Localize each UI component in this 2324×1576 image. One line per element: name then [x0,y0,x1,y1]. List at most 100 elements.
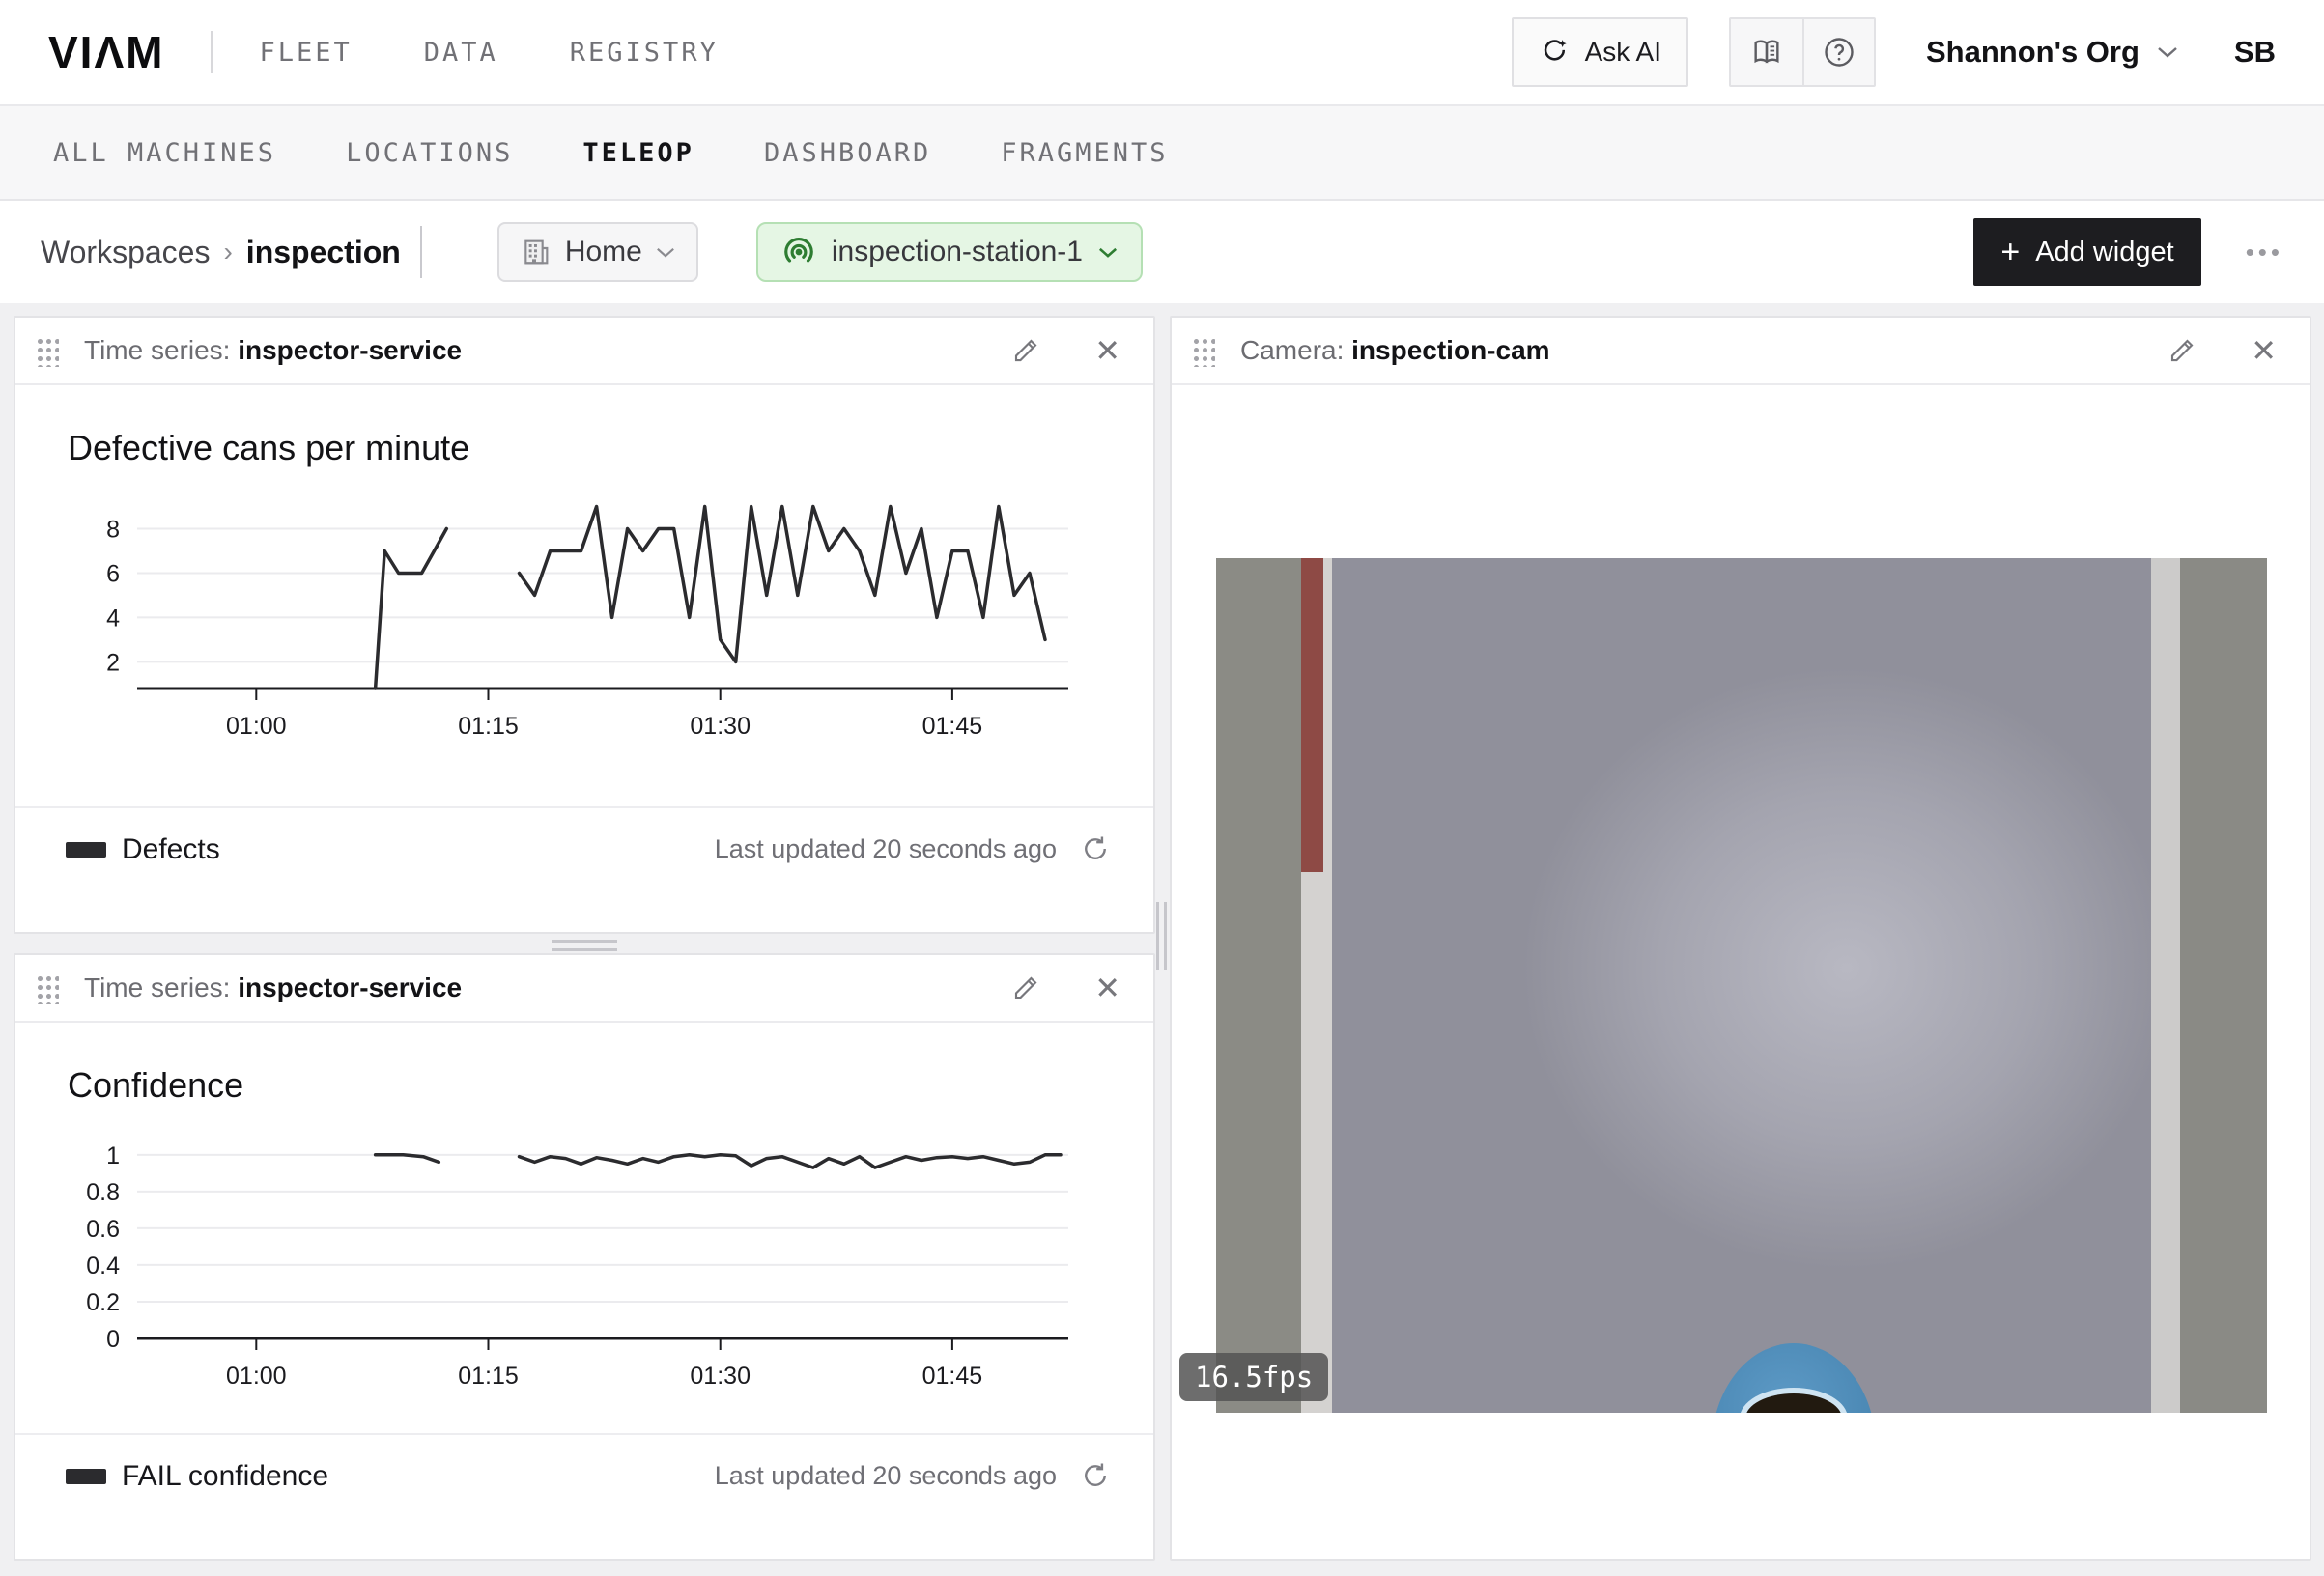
org-name: Shannon's Org [1926,35,2140,70]
user-avatar[interactable]: SB [2234,35,2276,70]
tab-dashboard[interactable]: DASHBOARD [764,138,931,168]
ask-ai-button[interactable]: Ask AI [1512,17,1688,87]
svg-text:6: 6 [106,560,120,587]
feed-right-rail [2151,558,2180,1413]
machine-label: inspection-station-1 [832,236,1083,268]
time-series-widget-confidence: Time series: inspector-service ✕ Confide… [14,953,1155,1561]
widget-header: Camera: inspection-cam ✕ [1172,318,2310,385]
more-menu-button[interactable]: ••• [2246,238,2283,267]
camera-body: 16.5fps [1172,385,2310,1559]
last-updated: Last updated 20 seconds ago [715,833,1111,864]
book-icon [1750,36,1783,69]
camera-video-feed [1216,558,2267,1413]
drag-handle-icon[interactable] [35,972,59,1004]
ask-ai-label: Ask AI [1585,37,1661,68]
legend-swatch [66,1469,106,1484]
nav-item-fleet[interactable]: FLEET [259,38,352,68]
drag-handle-icon[interactable] [35,335,59,367]
fps-badge: 16.5fps [1179,1353,1328,1401]
svg-text:01:00: 01:00 [226,1363,287,1390]
pencil-icon [1011,973,1040,1002]
svg-text:01:30: 01:30 [690,1363,751,1390]
ask-ai-sparkle-icon [1539,36,1572,69]
column-resize-handle[interactable] [1156,902,1167,970]
add-widget-button[interactable]: + Add widget [1973,218,2200,286]
chevron-down-icon [1098,246,1118,259]
svg-text:01:30: 01:30 [690,713,751,740]
close-widget-button[interactable]: ✕ [1094,972,1120,1003]
widget-header: Time series: inspector-service ✕ [15,318,1153,385]
chevron-down-icon [656,246,675,259]
chart-title: Confidence [68,1065,1153,1106]
workspace-toolbar: Workspaces › inspection Home inspection-… [0,201,2324,303]
edit-widget-button[interactable] [1011,336,1040,365]
svg-text:0.2: 0.2 [86,1289,120,1316]
breadcrumb-workspaces[interactable]: Workspaces [41,235,210,270]
row-resize-handle[interactable] [552,940,617,951]
svg-text:8: 8 [106,516,120,543]
org-switcher[interactable]: Shannon's Org [1926,35,2178,70]
teleop-workspace: Time series: inspector-service ✕ Defecti… [0,303,2324,1576]
close-widget-button[interactable]: ✕ [1094,335,1120,366]
last-updated-text: Last updated 20 seconds ago [715,1461,1057,1491]
edit-widget-button[interactable] [2168,336,2196,365]
refresh-icon [1080,1460,1111,1491]
viam-logo[interactable]: VIΛM [48,26,164,78]
widget-title: Time series: inspector-service [84,335,462,366]
widget-header: Time series: inspector-service ✕ [15,955,1153,1023]
feed-left-wall [1216,558,1301,1413]
close-widget-button[interactable]: ✕ [2251,335,2277,366]
widget-footer: FAIL confidence Last updated 20 seconds … [15,1433,1153,1559]
svg-text:0.4: 0.4 [86,1252,120,1280]
legend-label: Defects [122,833,220,866]
add-widget-label: Add widget [2035,237,2174,268]
machine-selector-pill[interactable]: inspection-station-1 [756,222,1143,282]
top-nav: VIΛM FLEET DATA REGISTRY Ask AI [0,0,2324,106]
refresh-button[interactable] [1080,833,1111,864]
confidence-line-chart: 00.20.40.60.8101:0001:1501:3001:45 [41,1133,1080,1394]
location-selector[interactable]: Home [497,222,698,282]
question-icon [1822,35,1856,70]
tab-locations[interactable]: LOCATIONS [346,138,513,168]
chart-legend: Defects [66,833,220,866]
pencil-icon [2168,336,2196,365]
breadcrumb-separator-icon: › [223,237,232,267]
nav-item-registry[interactable]: REGISTRY [570,38,719,68]
primary-nav-links: FLEET DATA REGISTRY [259,38,718,68]
chart-title: Defective cans per minute [68,428,1153,468]
svg-text:4: 4 [106,605,120,632]
drag-handle-icon[interactable] [1191,335,1215,367]
svg-text:01:15: 01:15 [458,713,519,740]
widget-footer: Defects Last updated 20 seconds ago [15,806,1153,932]
svg-text:1: 1 [106,1142,120,1169]
svg-text:0.8: 0.8 [86,1179,120,1206]
breadcrumb-current[interactable]: inspection [246,235,401,270]
help-button-group [1729,17,1876,87]
feed-red-marker [1301,558,1323,872]
svg-text:2: 2 [106,649,120,676]
can-lid [1745,1393,1842,1413]
fleet-sub-nav: ALL MACHINES LOCATIONS TELEOP DASHBOARD … [0,106,2324,201]
chevron-down-icon [2157,45,2178,59]
last-updated-text: Last updated 20 seconds ago [715,834,1057,864]
refresh-button[interactable] [1080,1460,1111,1491]
edit-widget-button[interactable] [1011,973,1040,1002]
blue-can [1712,1343,1876,1413]
legend-label: FAIL confidence [122,1460,328,1493]
svg-text:01:45: 01:45 [922,1363,983,1390]
top-nav-right: Ask AI Shannon's Org SB [1512,17,2276,87]
svg-text:01:15: 01:15 [458,1363,519,1390]
time-series-widget-defects: Time series: inspector-service ✕ Defecti… [14,316,1155,934]
pencil-icon [1011,336,1040,365]
docs-button[interactable] [1731,19,1802,85]
help-button[interactable] [1802,19,1874,85]
legend-swatch [66,842,106,858]
tab-all-machines[interactable]: ALL MACHINES [53,138,276,168]
left-column: Time series: inspector-service ✕ Defecti… [14,316,1155,1561]
divider [211,31,213,73]
toolbar-right: + Add widget ••• [1973,218,2283,286]
tab-teleop[interactable]: TELEOP [582,138,694,168]
nav-item-data[interactable]: DATA [424,38,498,68]
svg-text:01:45: 01:45 [922,713,983,740]
tab-fragments[interactable]: FRAGMENTS [1001,138,1168,168]
